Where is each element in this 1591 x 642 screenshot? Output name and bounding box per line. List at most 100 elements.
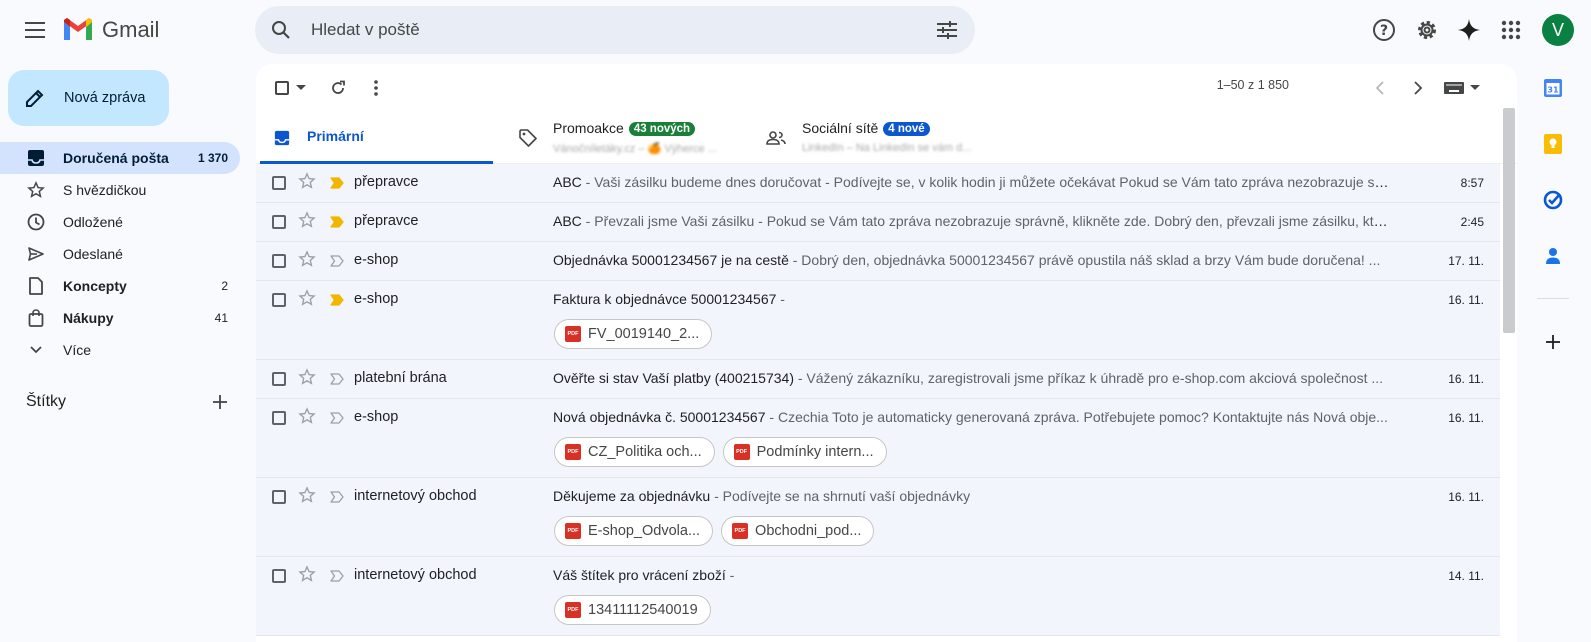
row-checkbox[interactable]	[272, 372, 286, 386]
settings-button[interactable]	[1407, 10, 1447, 50]
importance-marker-icon[interactable]	[330, 411, 344, 425]
compose-button[interactable]: Nová zpráva	[8, 70, 169, 126]
keep-app-button[interactable]	[1533, 124, 1573, 164]
importance-marker-icon[interactable]	[330, 176, 344, 190]
email-row[interactable]: přepravce ABC - Převzali jsme Vaši zásilk…	[256, 203, 1500, 242]
sidebar-item-purchases[interactable]: Nákupy 41	[0, 302, 240, 334]
sidebar-item-label: Doručená pošta	[63, 150, 169, 166]
email-row[interactable]: internetový obchod Děkujeme za objednávku…	[256, 478, 1500, 557]
inbox-icon	[272, 128, 292, 148]
attachment-chip[interactable]: PDF FV_0019140_2...	[554, 319, 713, 349]
refresh-icon	[332, 80, 345, 94]
row-checkbox[interactable]	[272, 254, 286, 268]
gemini-button[interactable]	[1449, 10, 1489, 50]
attachment-name: Obchodni_pod...	[755, 523, 862, 539]
add-addon-button[interactable]	[1533, 322, 1573, 362]
attachment-chip[interactable]: PDF CZ_Politika och...	[554, 437, 715, 467]
row-checkbox[interactable]	[272, 293, 286, 307]
email-snippet: - Vaši zásilku budeme dnes doručovat - P…	[581, 174, 1393, 190]
email-subject: Nová objednávka č. 50001234567	[553, 409, 766, 425]
side-panel-apps: 31	[1521, 64, 1591, 642]
star-toggle-icon[interactable]	[298, 368, 316, 392]
star-icon	[26, 180, 46, 200]
search-bar[interactable]	[255, 6, 975, 54]
main-menu-button[interactable]	[16, 10, 56, 50]
email-row[interactable]: e-shop Nová objednávka č. 50001234567 - C…	[256, 399, 1500, 478]
attachment-name: 13411112540019	[588, 602, 698, 618]
star-toggle-icon[interactable]	[298, 486, 316, 510]
email-list: přepravce ABC - Vaši zásilku budeme dnes …	[256, 164, 1500, 636]
importance-marker-icon[interactable]	[330, 569, 344, 583]
email-row[interactable]: e-shop Faktura k objednávce 50001234567 -…	[256, 281, 1500, 360]
help-button[interactable]: ?	[1364, 10, 1404, 50]
tab-promotions[interactable]: Promoakce 43 nových Vánočníletáky.cz – 🍊 …	[514, 112, 754, 164]
importance-marker-icon[interactable]	[330, 254, 344, 268]
attachment-chip[interactable]: PDF Obchodni_pod...	[721, 516, 875, 546]
more-actions-button[interactable]	[364, 72, 388, 104]
star-toggle-icon[interactable]	[298, 250, 316, 274]
older-page-button[interactable]	[1404, 72, 1432, 104]
star-toggle-icon[interactable]	[298, 211, 316, 235]
email-date: 17. 11.	[1448, 254, 1484, 268]
importance-marker-icon[interactable]	[330, 490, 344, 504]
contacts-app-button[interactable]	[1533, 236, 1573, 276]
importance-marker-icon[interactable]	[330, 215, 344, 229]
refresh-button[interactable]	[322, 72, 354, 104]
shopping-bag-icon	[26, 308, 46, 328]
row-checkbox[interactable]	[272, 215, 286, 229]
email-snippet: -	[776, 291, 785, 307]
star-toggle-icon[interactable]	[298, 172, 316, 196]
tasks-app-button[interactable]	[1533, 180, 1573, 220]
email-row[interactable]: přepravce ABC - Vaši zásilku budeme dnes …	[256, 164, 1500, 203]
tab-label-text: Promoakce	[553, 120, 624, 136]
sidebar-item-label: Koncepty	[63, 278, 127, 294]
sidebar-item-drafts[interactable]: Koncepty 2	[0, 270, 240, 302]
keyboard-icon	[1444, 82, 1464, 94]
email-snippet: -	[725, 567, 735, 583]
search-options-icon[interactable]	[933, 16, 961, 44]
row-checkbox[interactable]	[272, 176, 286, 190]
email-row[interactable]: internetový obchod Váš štítek pro vrácení…	[256, 557, 1500, 636]
sidebar-item-label: Odeslané	[63, 246, 123, 262]
row-checkbox[interactable]	[272, 411, 286, 425]
sidebar-item-snoozed[interactable]: Odložené	[0, 206, 240, 238]
attachment-chip[interactable]: PDF 13411112540019	[554, 595, 711, 625]
attachment-chip[interactable]: PDF Podmínky intern...	[722, 437, 887, 467]
add-label-button[interactable]	[212, 394, 228, 410]
sidebar-item-sent[interactable]: Odeslané	[0, 238, 240, 270]
google-apps-button[interactable]	[1491, 10, 1531, 50]
star-toggle-icon[interactable]	[298, 565, 316, 589]
sidebar-item-starred[interactable]: S hvězdičkou	[0, 174, 240, 206]
star-toggle-icon[interactable]	[298, 407, 316, 431]
newer-page-button[interactable]	[1366, 72, 1394, 104]
calendar-app-button[interactable]: 31	[1533, 68, 1573, 108]
attachment-chip[interactable]: PDF E-shop_Odvola...	[554, 516, 714, 546]
gear-icon	[1418, 21, 1436, 39]
input-tools-button[interactable]	[1442, 72, 1482, 104]
sidebar-item-more[interactable]: Více	[0, 334, 240, 366]
search-input[interactable]	[311, 18, 871, 42]
email-row[interactable]: platební brána Ověřte si stav Vaší platby…	[256, 360, 1500, 399]
account-avatar[interactable]: V	[1542, 14, 1574, 46]
scrollbar[interactable]	[1503, 108, 1515, 333]
tab-primary[interactable]: Primární	[260, 112, 493, 164]
importance-marker-icon[interactable]	[330, 293, 344, 307]
search-icon[interactable]	[267, 16, 295, 44]
star-toggle-icon[interactable]	[298, 289, 316, 313]
importance-marker-icon[interactable]	[330, 372, 344, 386]
email-snippet: - Vážený zákazníku, zaregistrovali jsme …	[793, 370, 1384, 386]
select-all-checkbox[interactable]	[270, 72, 310, 104]
gmail-logo[interactable]: Gmail	[62, 14, 159, 46]
pdf-icon: PDF	[565, 444, 581, 460]
tab-social[interactable]: Sociální sítě 4 nové LinkedIn – Na Linked…	[764, 112, 1004, 164]
row-checkbox[interactable]	[272, 569, 286, 583]
tab-snippet: Vánočníletáky.cz – 🍊 Výherce ...	[553, 143, 717, 155]
email-row[interactable]: e-shop Objednávka 50001234567 je na cestě…	[256, 242, 1500, 281]
row-checkbox[interactable]	[272, 490, 286, 504]
mail-panel: 1–50 z 1 850 Primární Promoakce 43 nových…	[256, 64, 1517, 642]
svg-text:?: ?	[1380, 23, 1388, 39]
chevron-left-icon	[1375, 81, 1384, 95]
pencil-icon	[26, 89, 44, 107]
labels-title: Štítky	[26, 393, 67, 410]
sidebar-item-inbox[interactable]: Doručená pošta 1 370	[0, 142, 240, 174]
